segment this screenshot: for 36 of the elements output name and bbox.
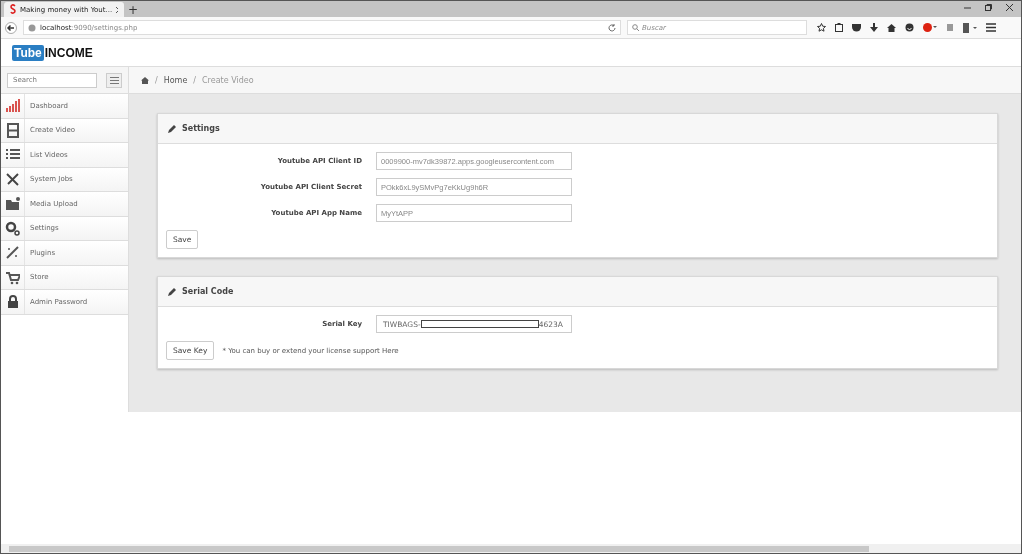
pencil-icon [168, 124, 176, 133]
pocket-icon[interactable] [852, 23, 861, 32]
horizontal-scrollbar[interactable] [1, 544, 1021, 553]
breadcrumb-separator: / [155, 75, 158, 85]
back-icon[interactable] [5, 21, 17, 34]
magic-wand-icon [5, 245, 20, 261]
site-logo-icon [10, 3, 16, 16]
folder-icon [5, 196, 20, 212]
star-icon[interactable] [817, 23, 826, 32]
cart-icon [5, 269, 20, 285]
tube-income-logo[interactable]: Tube INCOME [12, 44, 93, 61]
download-icon[interactable] [870, 23, 878, 32]
lock-icon [5, 294, 20, 310]
clipboard-icon[interactable] [835, 23, 843, 32]
menu-icon[interactable] [986, 23, 996, 32]
menu-button[interactable] [106, 72, 122, 88]
signal-bars-icon [5, 98, 20, 114]
film-icon [5, 122, 20, 138]
gears-icon [5, 220, 20, 236]
breadcrumb-item[interactable]: Home [163, 75, 188, 85]
new-tab-button[interactable]: + [124, 3, 142, 17]
pencil-icon [168, 287, 176, 296]
search-icon [632, 24, 639, 31]
reload-icon[interactable] [608, 23, 616, 32]
home-icon[interactable] [141, 76, 149, 84]
smiley-icon[interactable] [905, 23, 914, 32]
breadcrumb-item: Create Video [202, 75, 254, 85]
restore-icon[interactable] [985, 4, 992, 11]
panel-title: Serial Code [182, 287, 234, 296]
breadcrumb-separator: / [193, 75, 197, 85]
menu-icon [109, 76, 119, 84]
globe-icon [28, 23, 36, 32]
tools-icon [5, 171, 20, 187]
panel-title: Settings [182, 124, 220, 133]
home-icon[interactable] [887, 23, 896, 32]
adblock-icon[interactable] [923, 23, 937, 32]
